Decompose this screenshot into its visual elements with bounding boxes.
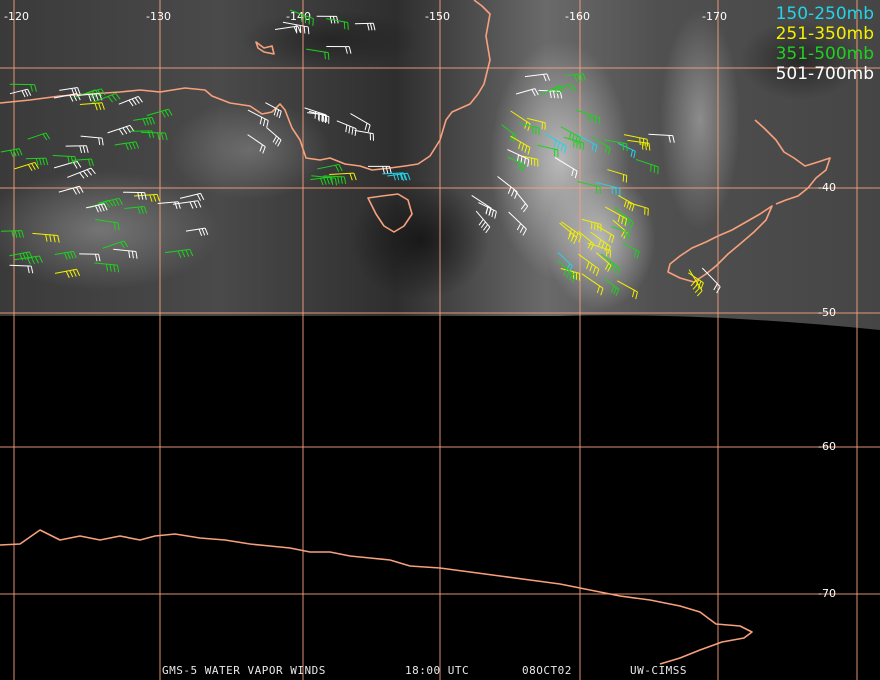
antarctica-coastline <box>0 529 753 665</box>
lon-label: -130 <box>146 10 171 23</box>
lat-label: -60 <box>818 440 836 453</box>
caption-date: 08OCT02 <box>522 664 572 677</box>
lat-label: -40 <box>818 181 836 194</box>
lat-label: -70 <box>818 587 836 600</box>
lon-label: -120 <box>4 10 29 23</box>
legend-item-501-700mb: 501-700mb <box>775 64 874 84</box>
legend-item-251-350mb: 251-350mb <box>775 24 874 44</box>
lon-label: -170 <box>702 10 727 23</box>
lat-label: -50 <box>818 306 836 319</box>
pressure-legend: 150-250mb 251-350mb 351-500mb 501-700mb <box>776 4 874 84</box>
caption-time: 18:00 UTC <box>405 664 470 677</box>
lon-label: -150 <box>425 10 450 23</box>
caption-product: GMS-5 WATER VAPOR WINDS <box>162 664 326 677</box>
lon-label: -160 <box>565 10 590 23</box>
legend-item-351-500mb: 351-500mb <box>775 44 874 64</box>
image-caption: GMS-5 WATER VAPOR WINDS 18:00 UTC 08OCT0… <box>0 664 880 678</box>
legend-item-150-250mb: 150-250mb <box>775 4 874 24</box>
caption-source: UW-CIMSS <box>630 664 687 677</box>
satellite-map: -120 -130 -140 -150 -160 -170 -40 -50 -6… <box>0 0 880 680</box>
